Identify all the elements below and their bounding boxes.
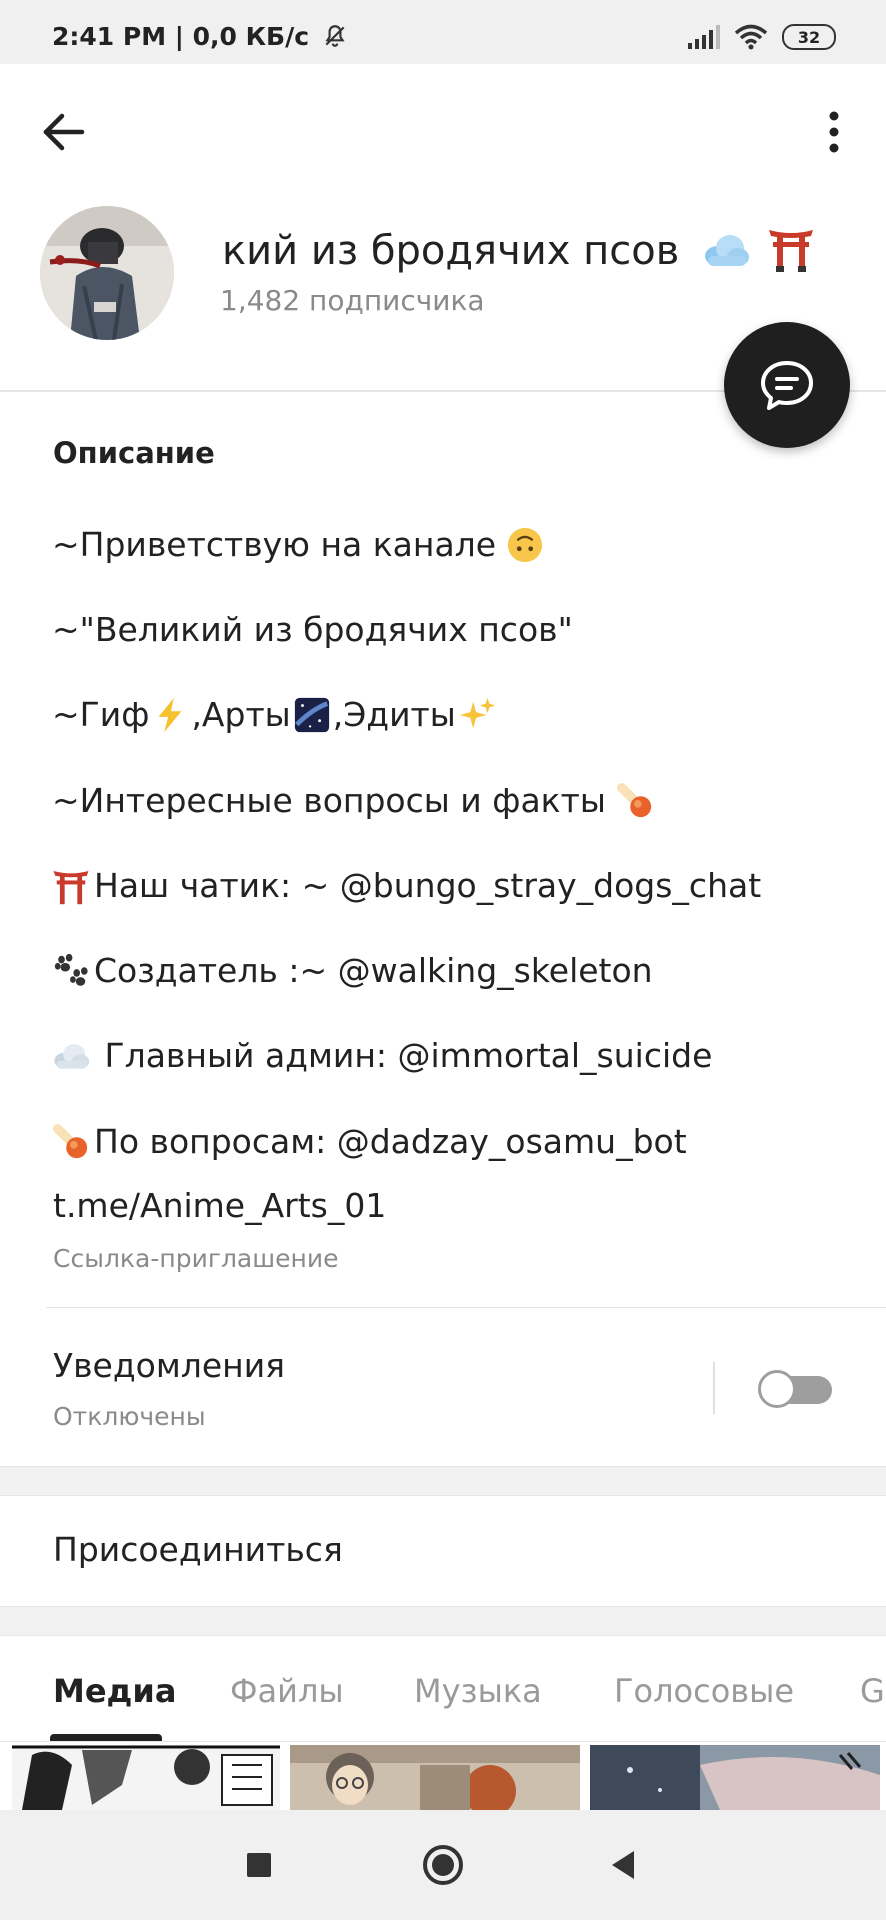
description-line: Наш чатик: ~ @bungo_stray_dogs_chat [52, 843, 852, 928]
night-sky-emoji [294, 698, 329, 733]
media-thumbnail[interactable] [590, 1745, 880, 1810]
wifi-icon [734, 24, 768, 50]
invite-link[interactable]: t.me/Anime_Arts_01 [53, 1186, 386, 1225]
tab-files[interactable]: Файлы [230, 1672, 344, 1710]
tab-media[interactable]: Медиа [53, 1672, 176, 1710]
tab-music[interactable]: Музыка [414, 1672, 542, 1710]
lightning-emoji [159, 698, 182, 733]
triangle-back-icon[interactable] [600, 1840, 650, 1890]
status-icons: 32 [686, 24, 836, 50]
channel-title: кий из бродячих псов [222, 226, 822, 274]
description-body: ~Приветствую на канале ~"Великий из брод… [52, 502, 852, 1184]
toggle-knob [758, 1370, 796, 1408]
status-bar: 2:41 PM | 0,0 КБ/с 32 [0, 0, 886, 64]
description-heading: Описание [53, 436, 215, 470]
media-thumbnail[interactable] [12, 1745, 280, 1810]
channel-avatar[interactable] [40, 206, 174, 340]
media-thumbnail[interactable] [290, 1745, 580, 1810]
vertical-separator [713, 1362, 715, 1414]
system-nav-bar [0, 1810, 886, 1920]
status-time: 2:41 PM | 0,0 КБ/с [52, 22, 348, 51]
comet-emoji [616, 782, 652, 817]
chat-fab-button[interactable] [724, 322, 850, 448]
comet-emoji [52, 1123, 88, 1158]
tabs-divider [0, 1741, 886, 1742]
join-button[interactable]: Присоединиться [53, 1530, 343, 1569]
upside-down-face-emoji [507, 527, 543, 562]
paw-prints-emoji [54, 954, 88, 986]
back-button[interactable] [36, 104, 92, 160]
section-gap [0, 1606, 886, 1636]
subscriber-count: 1,482 подписчика [220, 284, 485, 317]
section-gap [0, 1466, 886, 1496]
cloud-emoji [54, 1044, 90, 1070]
sparkles-emoji [459, 698, 495, 729]
notifications-state: Отключены [53, 1402, 206, 1431]
cloud-emoji [705, 235, 750, 266]
more-vertical-icon [829, 111, 839, 153]
divider [46, 1307, 886, 1308]
description-line: ~Гиф ,Арты ,Эдиты [52, 673, 852, 758]
tab-gif[interactable]: GI [860, 1672, 886, 1710]
description-line: ~Приветствую на канале [52, 502, 852, 587]
description-line: Создатель :~ @walking_skeleton [52, 928, 852, 1013]
tab-voice[interactable]: Голосовые [614, 1672, 794, 1710]
circle-home-icon[interactable] [418, 1840, 468, 1890]
battery-icon: 32 [782, 24, 836, 50]
torii-gate-emoji [768, 230, 813, 272]
chat-bubble-icon [761, 361, 813, 410]
art-thumbnail-image [590, 1745, 880, 1810]
avatar-image [40, 206, 174, 340]
signal-icon [688, 25, 720, 49]
square-recents-icon[interactable] [234, 1840, 284, 1890]
notifications-toggle[interactable] [758, 1370, 832, 1408]
anime-thumbnail-image [290, 1745, 580, 1810]
more-options-button[interactable] [810, 104, 858, 160]
description-line: ~Интересные вопросы и факты [52, 758, 852, 843]
torii-gate-emoji [53, 870, 89, 905]
creator-link[interactable]: Создатель :~ @walking_skeleton [94, 946, 653, 996]
invite-link-caption: Ссылка-приглашение [53, 1244, 339, 1273]
admin-link[interactable]: Главный админ: @immortal_suicide [94, 1031, 712, 1081]
manga-thumbnail-image [12, 1745, 280, 1810]
description-line: Главный админ: @immortal_suicide [52, 1014, 852, 1099]
support-bot-link[interactable]: По вопросам: @dadzay_osamu_bot [94, 1117, 687, 1167]
media-tabs: Медиа Файлы Музыка Голосовые GI [0, 1636, 886, 1742]
bell-off-icon [325, 25, 345, 47]
chat-link[interactable]: Наш чатик: ~ @bungo_stray_dogs_chat [94, 861, 761, 911]
media-grid [0, 1745, 886, 1810]
description-line: ~"Великий из бродячих псов" [52, 609, 573, 649]
arrow-left-icon [43, 113, 85, 151]
notifications-label[interactable]: Уведомления [53, 1346, 285, 1385]
description-line: По вопросам: @dadzay_osamu_bot [52, 1099, 852, 1184]
